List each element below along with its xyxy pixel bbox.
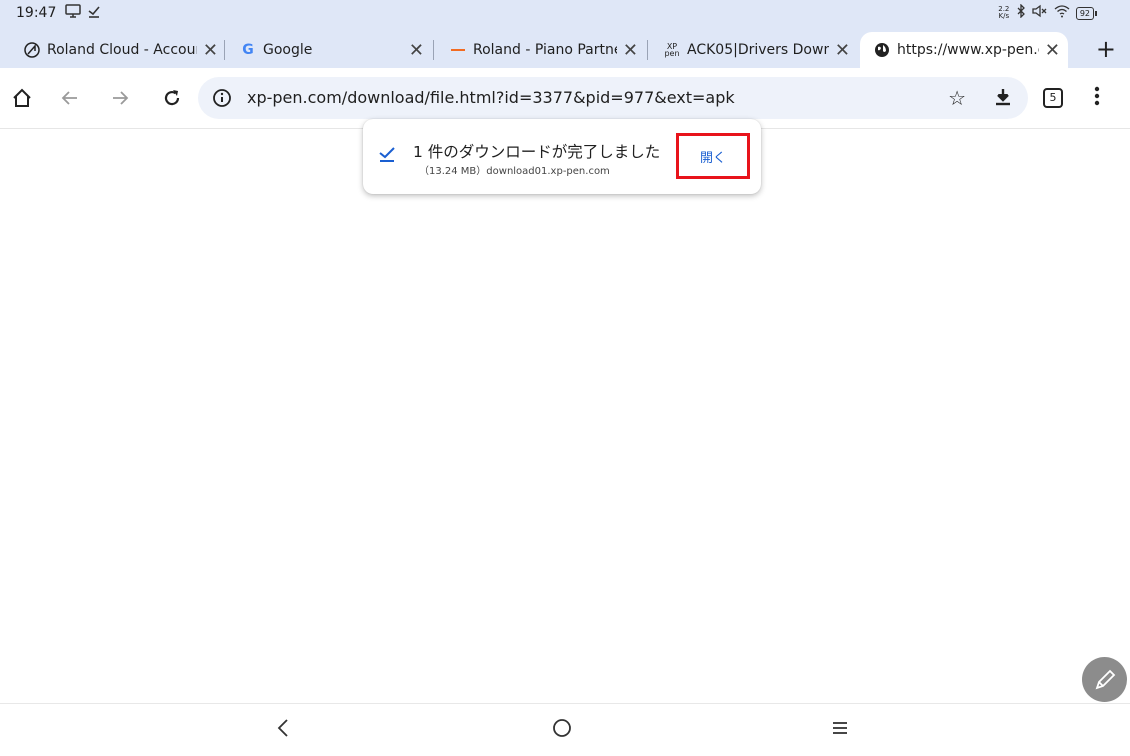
tab-roland-cloud[interactable]: Roland Cloud - Account ✕ bbox=[10, 32, 226, 68]
url-text[interactable]: xp-pen.com/download/file.html?id=3377&pi… bbox=[247, 88, 735, 107]
status-time: 19:47 bbox=[16, 5, 57, 21]
pen-icon bbox=[1095, 669, 1115, 689]
bookmark-star-icon[interactable]: ☆ bbox=[948, 86, 966, 110]
screen-cast-icon bbox=[65, 4, 81, 22]
status-bar: 19:47 2.2 K/s 92 bbox=[0, 0, 1130, 26]
tab-strip: Roland Cloud - Account ✕ G Google ✕ Rola… bbox=[0, 26, 1130, 68]
reload-button[interactable] bbox=[159, 84, 185, 112]
tab-roland-piano-partner[interactable]: Roland - Piano Partner 2 ✕ bbox=[436, 32, 646, 68]
close-icon[interactable]: ✕ bbox=[203, 40, 218, 61]
tab-switcher-button[interactable]: 5 bbox=[1043, 88, 1063, 108]
toast-title: 1 件のダウンロードが完了しました bbox=[413, 143, 661, 161]
roland-icon bbox=[450, 42, 466, 58]
arrow-right-icon bbox=[113, 91, 129, 105]
globe-icon bbox=[874, 42, 890, 58]
download-complete-toast: 1 件のダウンロードが完了しました （13.24 MB）download01.x… bbox=[363, 119, 761, 194]
tab-title: Google bbox=[263, 42, 313, 58]
net-speed: 2.2 K/s bbox=[998, 5, 1010, 20]
arrow-left-icon bbox=[61, 91, 77, 105]
tab-title: https://www.xp-pen.com bbox=[897, 42, 1039, 58]
nav-menu-icon bbox=[833, 722, 847, 734]
open-button[interactable]: 開く bbox=[676, 133, 750, 179]
back-button[interactable] bbox=[57, 84, 83, 112]
download-icon[interactable] bbox=[994, 87, 1012, 111]
roland-cloud-icon bbox=[24, 42, 40, 58]
close-icon[interactable]: ✕ bbox=[835, 40, 850, 61]
tab-xp-pen-active[interactable]: https://www.xp-pen.com ✕ bbox=[860, 32, 1068, 68]
address-bar[interactable]: xp-pen.com/download/file.html?id=3377&pi… bbox=[198, 77, 1028, 119]
nav-back-button[interactable] bbox=[276, 716, 290, 744]
nav-recents-button[interactable] bbox=[832, 720, 848, 740]
xp-pen-icon: XP pen bbox=[664, 42, 680, 58]
close-icon[interactable]: ✕ bbox=[1045, 40, 1060, 61]
tab-title: Roland Cloud - Account bbox=[47, 42, 197, 58]
page-content bbox=[0, 129, 1130, 702]
forward-button[interactable] bbox=[107, 84, 133, 112]
nav-home-icon bbox=[553, 719, 571, 737]
bluetooth-icon bbox=[1016, 3, 1026, 22]
google-icon: G bbox=[242, 42, 254, 58]
reload-icon bbox=[164, 90, 180, 106]
new-tab-button[interactable]: + bbox=[1096, 35, 1116, 63]
home-icon bbox=[13, 88, 31, 107]
mute-icon bbox=[1032, 4, 1048, 22]
tab-title: ACK05|Drivers Download bbox=[687, 42, 829, 58]
pen-edit-button[interactable] bbox=[1082, 657, 1127, 702]
wifi-icon bbox=[1054, 4, 1070, 22]
tab-title: Roland - Piano Partner 2 bbox=[473, 42, 617, 58]
download-done-icon bbox=[87, 4, 101, 22]
download-complete-check-icon bbox=[378, 145, 396, 167]
nav-back-icon bbox=[277, 719, 288, 737]
tab-google[interactable]: G Google ✕ bbox=[226, 32, 432, 68]
system-nav-bar bbox=[0, 703, 1130, 756]
more-menu-icon[interactable] bbox=[1094, 85, 1100, 111]
home-button[interactable] bbox=[9, 84, 35, 112]
battery-icon: 92 bbox=[1075, 6, 1098, 20]
nav-home-button[interactable] bbox=[552, 718, 572, 742]
tab-ack05-drivers[interactable]: XPpen ACK05|Drivers Download ✕ bbox=[650, 32, 858, 68]
info-icon[interactable] bbox=[212, 88, 232, 112]
toast-subtitle: （13.24 MB）download01.xp-pen.com bbox=[419, 166, 610, 177]
close-icon[interactable]: ✕ bbox=[409, 40, 424, 61]
close-icon[interactable]: ✕ bbox=[623, 40, 638, 61]
